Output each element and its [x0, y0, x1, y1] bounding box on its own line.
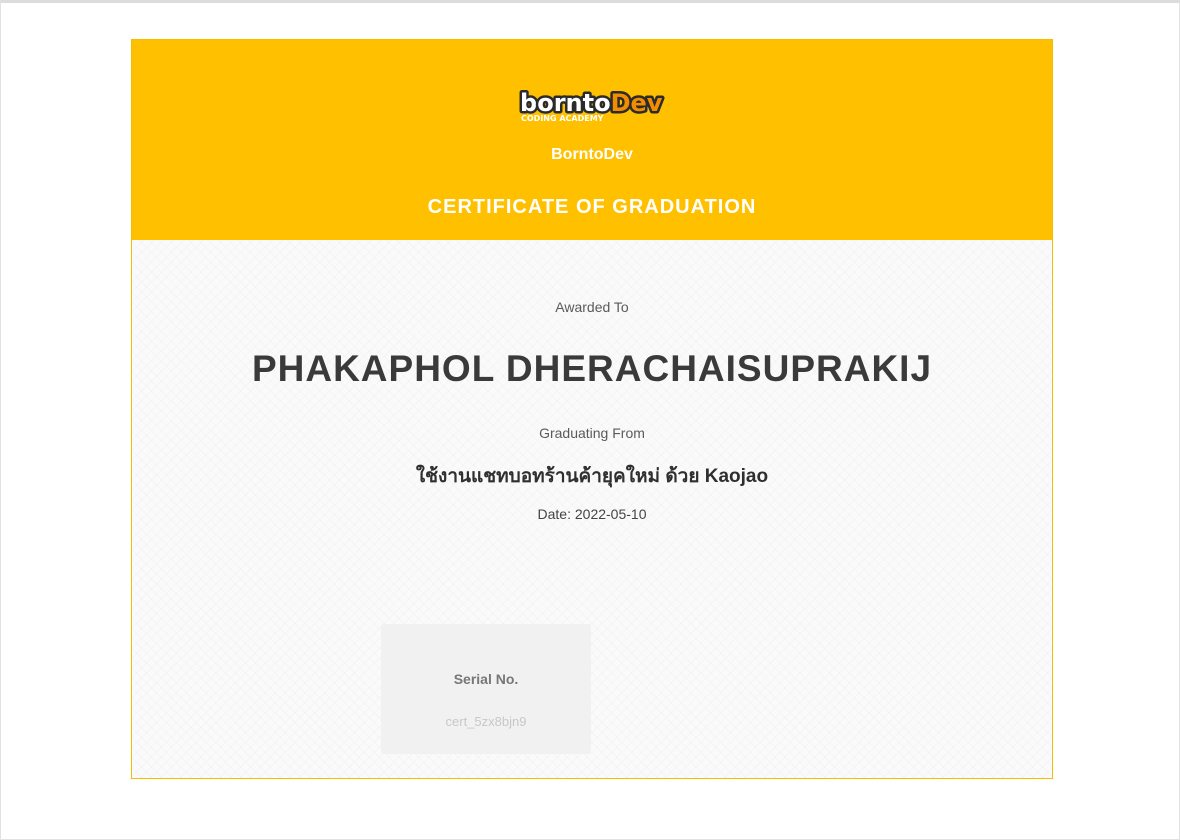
serial-number-box: Serial No. cert_5zx8bjn9	[381, 624, 591, 754]
borntodev-logo: borntoDev CODING ACADEMY	[519, 88, 665, 123]
serial-number-label: Serial No.	[453, 671, 519, 687]
graduation-date: Date: 2022-05-10	[537, 506, 647, 522]
organization-name: BorntoDev	[551, 146, 633, 163]
logo-wordmark: borntoDev	[520, 89, 663, 117]
course-name: ใช้งานแชทบอทร้านค้ายุคใหม่ ด้วย Kaojao	[415, 466, 769, 487]
certificate-title: CERTIFICATE OF GRADUATION	[427, 196, 757, 218]
graduating-from-label: Graduating From	[539, 425, 645, 441]
serial-number-value: cert_5zx8bjn9	[445, 714, 527, 729]
logo-subtitle: CODING ACADEMY	[521, 114, 604, 123]
certificate-header: borntoDev CODING ACADEMY BorntoDev CERTI…	[132, 40, 1052, 240]
awarded-to-label: Awarded To	[555, 299, 629, 315]
recipient-name: PHAKAPHOL DHERACHAISUPRAKIJ	[251, 348, 933, 389]
certificate: borntoDev CODING ACADEMY BorntoDev CERTI…	[131, 39, 1053, 779]
